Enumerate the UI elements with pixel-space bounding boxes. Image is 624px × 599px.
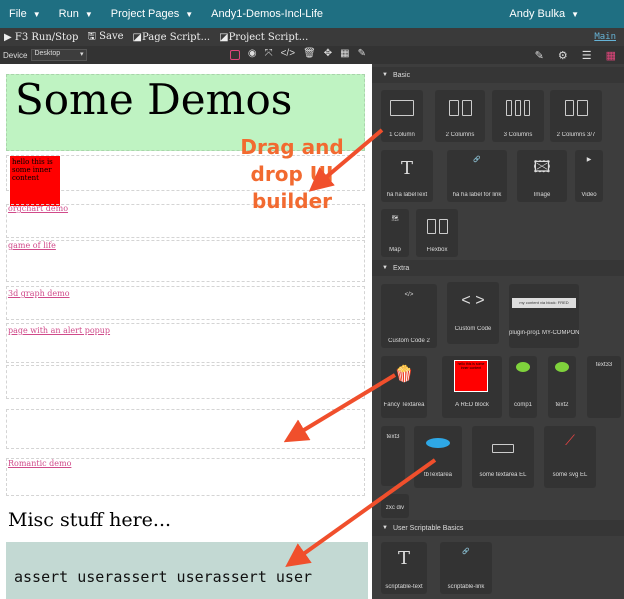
annotation-arrows <box>283 128 437 567</box>
arrow-3 <box>285 458 437 567</box>
arrow-2 <box>283 373 397 443</box>
arrow-1 <box>308 128 384 192</box>
app-root: { "menubar":{"file":"File","run":"Run","… <box>0 0 624 599</box>
